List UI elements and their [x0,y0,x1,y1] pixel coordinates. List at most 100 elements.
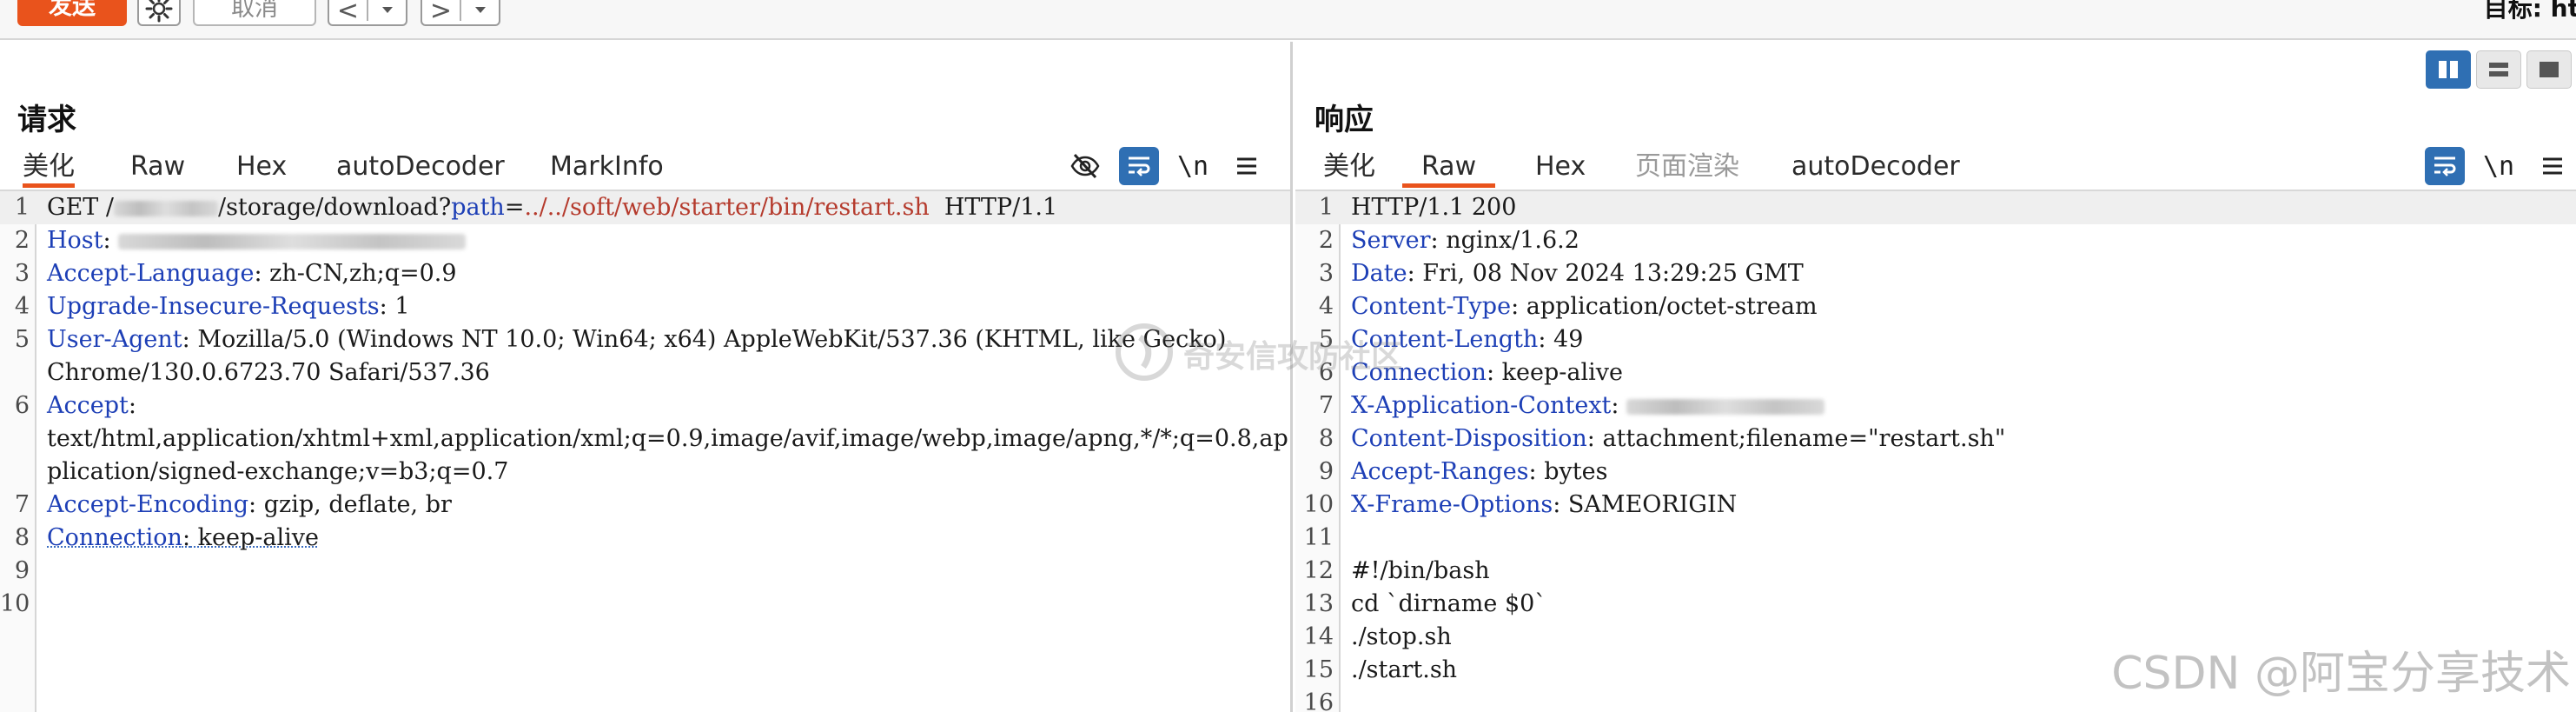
response-line: 6 Connection: keep-alive [1295,356,2576,389]
eye-off-icon[interactable] [1065,147,1105,185]
header-line[interactable]: Date: Fri, 08 Nov 2024 13:29:25 GMT [1341,257,1804,290]
tab-beautify[interactable]: 美化 [1323,146,1375,188]
gear-icon [145,0,173,26]
request-line: 8 Connection: keep-alive [0,522,1290,555]
wrap-text-icon[interactable] [2425,147,2465,185]
watermark-qianxin: 奇安信攻防社区 [1114,322,1402,386]
header-value: gzip, deflate, br [256,491,452,518]
response-line: 1 HTTP/1.1 200 [1295,191,2576,224]
status-line[interactable]: HTTP/1.1 200 [1341,191,1516,224]
line-number: 11 [1303,524,1334,551]
response-line: 3 Date: Fri, 08 Nov 2024 13:29:25 GMT [1295,257,2576,290]
tab-beautify[interactable]: 美化 [23,146,75,188]
http-method: GET / [47,194,114,221]
tab-page-render[interactable]: 页面渲染 [1635,146,1739,188]
header-name: Accept-Language [47,260,255,287]
response-line: 4 Content-Type: application/octet-stream [1295,290,2576,323]
tab-raw[interactable]: Raw [1402,146,1496,188]
send-button[interactable]: 发送 [17,0,127,26]
line-number: 15 [1303,656,1334,683]
response-line: 12 #!/bin/bash [1295,555,2576,588]
line-number: 6 [14,392,30,419]
header-line[interactable]: Accept: text/html,application/xhtml+xml,a… [36,389,1290,489]
tab-hex[interactable]: Hex [1535,146,1586,188]
header-name: Accept [47,392,129,419]
header-line[interactable]: Content-Disposition: attachment;filename… [1341,423,2005,456]
tab-markinfo[interactable]: MarkInfo [550,146,664,188]
header-line[interactable]: Accept-Encoding: gzip, deflate, br [36,489,452,522]
wrap-text-icon[interactable] [1119,147,1159,185]
header-line[interactable]: Accept-Ranges: bytes [1341,456,1607,489]
chevron-down-icon[interactable] [461,0,499,24]
body-line[interactable]: cd `dirname $0` [1341,588,1546,621]
header-name: User-Agent [47,326,182,353]
header-name: Content-Disposition [1351,425,1587,452]
header-name: Content-Type [1351,293,1512,320]
header-line[interactable]: Connection: keep-alive [36,522,319,555]
line-number: 2 [1318,227,1334,254]
request-pane: 请求 美化 Raw Hex autoDecoder MarkInfo \n 1 … [0,42,1293,712]
line-number: 14 [1303,623,1334,650]
header-name: X-Frame-Options [1351,491,1553,518]
request-line: 4 Upgrade-Insecure-Requests: 1 [0,290,1290,323]
header-value: application/octet-stream [1519,293,1818,320]
back-button[interactable]: < [328,0,407,26]
chevron-down-icon[interactable] [368,0,406,24]
watermark-logo-icon [1114,322,1175,386]
tab-autodecoder[interactable]: autoDecoder [336,146,505,188]
header-line[interactable]: X-Application-Context: [1341,389,1825,423]
header-name: Upgrade-Insecure-Requests [47,293,380,320]
header-line[interactable]: X-Frame-Options: SAMEORIGIN [1341,489,1737,522]
redacted-text [1626,398,1825,415]
header-name: Host [47,227,103,254]
request-editor[interactable]: 1 GET / /storage/download?path=../../soft… [0,190,1290,712]
cancel-button[interactable]: 取消 [193,0,316,26]
line-number: 9 [14,557,30,584]
forward-arrow[interactable]: > [422,0,460,26]
body-line[interactable]: #!/bin/bash [1341,555,1490,588]
body-line[interactable]: ./start.sh [1341,654,1457,687]
line-number: 3 [1318,260,1334,287]
header-value: text/html,application/xhtml+xml,applicat… [47,425,1288,485]
settings-button[interactable] [137,0,181,26]
tab-hex[interactable]: Hex [236,146,287,188]
path-prefix: /storage/download? [217,194,452,221]
request-line: 7 Accept-Encoding: gzip, deflate, br [0,489,1290,522]
tab-raw[interactable]: Raw [130,146,185,188]
header-line[interactable]: Content-Type: application/octet-stream [1341,290,1818,323]
response-editor-tools: \n [2411,146,2573,186]
body-line[interactable]: ./stop.sh [1341,621,1452,654]
header-line[interactable]: Host: [36,224,467,257]
line-number: 8 [14,524,30,551]
request-line: 10 [0,588,1290,621]
menu-icon[interactable] [2533,147,2573,185]
header-line[interactable]: Upgrade-Insecure-Requests: 1 [36,290,410,323]
menu-icon[interactable] [1227,147,1267,185]
header-name: Accept-Ranges [1351,458,1529,485]
header-value: 1 [387,293,410,320]
header-value: Fri, 08 Nov 2024 13:29:25 GMT [1414,260,1804,287]
line-number: 10 [0,590,30,617]
header-value: bytes [1536,458,1608,485]
header-name: Date [1351,260,1407,287]
back-arrow[interactable]: < [329,0,367,26]
request-line: 5 User-Agent: Mozilla/5.0 (Windows NT 10… [0,323,1290,389]
line-number: 4 [14,293,30,320]
line-number: 1 [14,194,30,221]
newline-icon[interactable]: \n [2479,147,2519,185]
response-line: 9 Accept-Ranges: bytes [1295,456,2576,489]
line-number: 2 [14,227,30,254]
tab-autodecoder[interactable]: autoDecoder [1791,146,1960,188]
response-line: 10 X-Frame-Options: SAMEORIGIN [1295,489,2576,522]
newline-icon[interactable]: \n [1173,147,1213,185]
line-number: 13 [1303,590,1334,617]
header-line[interactable]: Server: nginx/1.6.2 [1341,224,1579,257]
header-line[interactable]: Accept-Language: zh-CN,zh;q=0.9 [36,257,457,290]
response-editor[interactable]: 1 HTTP/1.1 200 2 Server: nginx/1.6.2 3 D… [1295,190,2576,712]
header-line[interactable]: User-Agent: Mozilla/5.0 (Windows NT 10.0… [36,323,1290,389]
request-editor-tools: \n [1051,146,1267,186]
target-label[interactable]: 目标: ht [2484,0,2576,24]
line-number: 16 [1303,689,1334,712]
request-line-text[interactable]: GET / /storage/download?path=../../soft/w… [36,191,1057,224]
forward-button[interactable]: > [421,0,500,26]
